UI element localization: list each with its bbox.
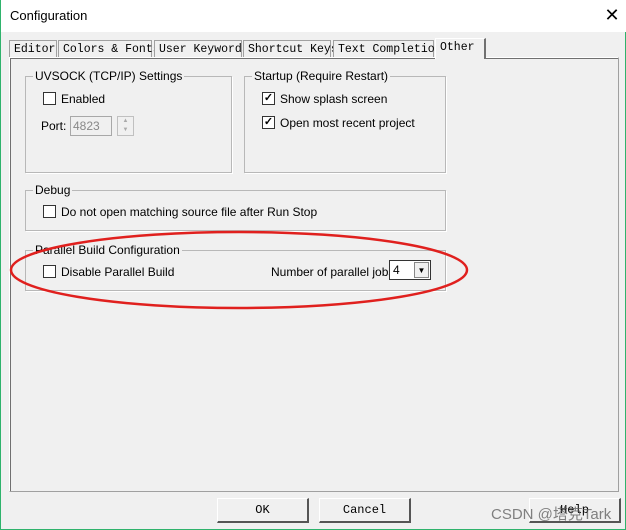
close-icon[interactable]: ✕ [601,4,623,26]
tab-other[interactable]: Other [435,38,486,59]
configuration-dialog: Configuration ✕ Editor Colors & Fonts Us… [0,0,626,530]
parallel-jobs-value: 4 [393,263,400,277]
no-open-source-checkbox[interactable] [43,205,56,218]
uvsock-group-title: UVSOCK (TCP/IP) Settings [33,69,185,83]
parallel-jobs-label: Number of parallel jobs: [271,265,398,279]
debug-group-title: Debug [33,183,73,197]
port-input[interactable]: 4823 [70,116,112,136]
no-open-source-label: Do not open matching source file after R… [61,205,318,219]
tab-colors-fonts[interactable]: Colors & Fonts [58,40,160,58]
port-label: Port: [41,119,67,133]
watermark: CSDN @塔克Tark [491,506,612,523]
title-bar: Configuration ✕ [1,0,626,32]
tab-editor[interactable]: Editor [9,40,57,58]
splash-checkbox[interactable]: ✓ [262,92,275,105]
tab-user-keywords[interactable]: User Keywords [154,40,249,58]
tab-text-completion[interactable]: Text Completion [333,40,442,58]
tab-shortcut-keys[interactable]: Shortcut Keys [243,40,338,58]
cancel-button[interactable]: Cancel [319,498,411,523]
enabled-label: Enabled [61,92,106,106]
startup-group-title: Startup (Require Restart) [252,69,391,83]
parallel-jobs-select[interactable]: 4 ▼ [389,260,431,280]
disable-parallel-label: Disable Parallel Build [61,265,175,279]
recent-project-label: Open most recent project [280,116,415,130]
window-title: Configuration [10,8,88,23]
splash-label: Show splash screen [280,92,388,106]
parallel-build-group-title: Parallel Build Configuration [33,243,182,257]
recent-project-checkbox[interactable]: ✓ [262,116,275,129]
enabled-checkbox[interactable] [43,92,56,105]
ok-button[interactable]: OK [217,498,309,523]
disable-parallel-checkbox[interactable] [43,265,56,278]
port-spinner[interactable]: ▲ ▼ [117,116,134,136]
chevron-down-icon[interactable]: ▼ [414,262,429,278]
